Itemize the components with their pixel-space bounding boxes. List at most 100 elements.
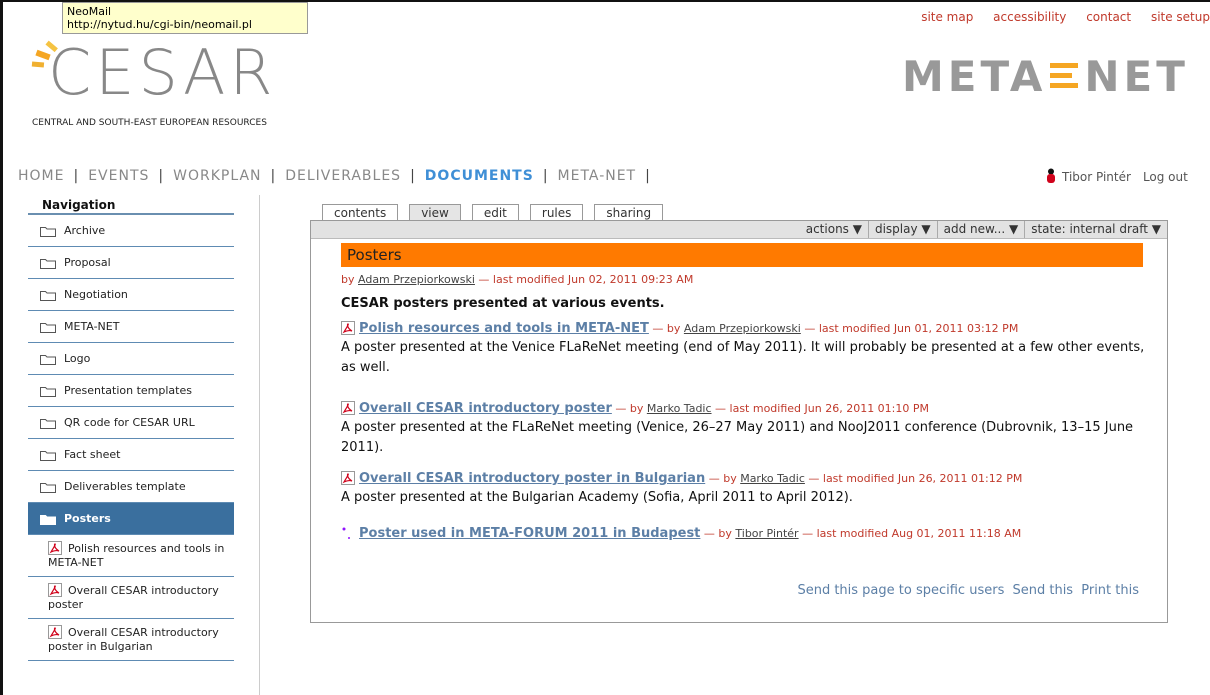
sidebar-folder-label: Deliverables template	[64, 480, 186, 493]
sidebar-folder-label: Fact sheet	[64, 448, 121, 461]
folder-icon	[40, 289, 56, 301]
sidebar-poster-item[interactable]: Polish resources and tools in META-NET	[28, 535, 234, 577]
byline-prefix: by	[341, 273, 358, 286]
sidebar-poster-label: Overall CESAR introductory poster in Bul…	[48, 626, 219, 653]
cesar-logo[interactable]: CESAR CENTRAL AND SOUTH-EAST EUROPEAN RE…	[30, 38, 320, 133]
user-area: Tibor Pintér Log out	[1046, 168, 1188, 184]
site-map-link[interactable]: site map	[921, 10, 973, 24]
sidebar-folder-item[interactable]: Deliverables template	[28, 471, 234, 503]
navigation-header: Navigation	[28, 195, 234, 215]
logout-link[interactable]: Log out	[1143, 170, 1188, 184]
send-this-link[interactable]: Send this	[1012, 583, 1073, 598]
pdf-icon	[341, 401, 355, 415]
pdf-icon	[341, 321, 355, 335]
entry-author-link[interactable]: Tibor Pintér	[735, 527, 798, 540]
meta-net-logo-right: NET	[1084, 52, 1189, 101]
page-title: Posters	[341, 243, 1143, 267]
folder-icon	[40, 481, 56, 493]
user-name-link[interactable]: Tibor Pintér	[1062, 170, 1131, 184]
sidebar-folder-item[interactable]: Negotiation	[28, 279, 234, 311]
pdf-icon	[48, 625, 62, 639]
poster-list: Polish resources and tools in META-NET Ov…	[28, 535, 234, 661]
sidebar-folder-item[interactable]: Logo	[28, 343, 234, 375]
sidebar-folder-item[interactable]: Presentation templates	[28, 375, 234, 407]
sidebar-folder-label: QR code for CESAR URL	[64, 416, 195, 429]
user-icon	[1047, 168, 1055, 183]
meta-net-bars-icon	[1050, 63, 1079, 88]
sidebar-folder-label: Logo	[64, 352, 91, 365]
document-description: CESAR posters presented at various event…	[341, 296, 665, 311]
sidebar-folder-item[interactable]: QR code for CESAR URL	[28, 407, 234, 439]
nav-events[interactable]: EVENTS	[88, 168, 149, 184]
content-actions-bar: actions ▼ display ▼ add new... ▼ state: int…	[311, 221, 1167, 239]
entry-title-link[interactable]: Polish resources and tools in META-NET	[359, 321, 649, 336]
nav-home[interactable]: HOME	[18, 168, 64, 184]
tooltip-title: NeoMail	[67, 5, 112, 18]
entry-header: Poster used in META-FORUM 2011 in Budape…	[341, 526, 1161, 541]
sidebar-folder-item[interactable]: Fact sheet	[28, 439, 234, 471]
print-this-link[interactable]: Print this	[1081, 583, 1139, 598]
nav-deliverables[interactable]: DELIVERABLES	[285, 168, 401, 184]
meta-net-logo[interactable]: META NET	[902, 52, 1189, 102]
content-action-menu[interactable]: actions ▼	[800, 221, 868, 238]
entry-by: — by	[611, 402, 647, 415]
sidebar-folder-label: Presentation templates	[64, 384, 192, 397]
sidebar-folder-label: Negotiation	[64, 288, 128, 301]
nav-separator: |	[270, 168, 277, 184]
send-to-users-link[interactable]: Send this page to specific users	[797, 583, 1004, 598]
image-icon	[341, 526, 355, 540]
sidebar-folder-label: META-NET	[64, 320, 120, 333]
entry-description: A poster presented at the Bulgarian Acad…	[341, 490, 853, 505]
content-action-menu[interactable]: state: internal draft ▼	[1024, 221, 1167, 238]
site-setup-link[interactable]: site setup	[1151, 10, 1210, 24]
logo-subtitle: CENTRAL AND SOUTH-EAST EUROPEAN RESOURCE…	[32, 118, 267, 128]
entry-author-link[interactable]: Adam Przepiorkowski	[684, 322, 801, 335]
sidebar-folder-label: Posters	[64, 512, 111, 525]
folder-icon	[40, 353, 56, 365]
folder-icon	[40, 449, 56, 461]
sidebar-poster-label: Polish resources and tools in META-NET	[48, 542, 225, 569]
content-action-menu[interactable]: add new... ▼	[936, 221, 1025, 238]
nav-separator: |	[410, 168, 416, 184]
folder-icon	[40, 385, 56, 397]
sidebar-folder-item[interactable]: Posters	[28, 503, 234, 535]
sidebar-folder-item[interactable]: Archive	[28, 215, 234, 247]
folder-icon	[40, 417, 56, 429]
entry-author-link[interactable]: Marko Tadic	[647, 402, 712, 415]
accessibility-link[interactable]: accessibility	[993, 10, 1066, 24]
entry-modified: — last modified Jun 26, 2011 01:10 PM	[711, 402, 930, 415]
entry-modified: — last modified Jun 26, 2011 01:12 PM	[804, 472, 1023, 485]
navigation-portlet: Navigation Archive Proposal Negotiation MET…	[28, 195, 234, 661]
tooltip-url: http://nytud.hu/cgi-bin/neomail.pl	[67, 18, 252, 31]
sidebar-poster-item[interactable]: Overall CESAR introductory poster in Bul…	[28, 619, 234, 661]
nav-separator: |	[645, 168, 651, 184]
entry-title-link[interactable]: Poster used in META-FORUM 2011 in Budape…	[359, 526, 700, 541]
sidebar-poster-item[interactable]: Overall CESAR introductory poster	[28, 577, 234, 619]
nav-separator: |	[542, 168, 549, 184]
nav-meta-net[interactable]: META-NET	[558, 168, 637, 184]
sidebar-poster-label: Overall CESAR introductory poster	[48, 584, 219, 611]
entry-author-link[interactable]: Marko Tadic	[740, 472, 805, 485]
pdf-icon	[48, 583, 62, 597]
link-tooltip: NeoMail http://nytud.hu/cgi-bin/neomail.…	[62, 2, 308, 34]
content-entry: Overall CESAR introductory poster in Bul…	[341, 471, 1161, 508]
author-link[interactable]: Adam Przepiorkowski	[358, 273, 475, 286]
entry-modified: — last modified Aug 01, 2011 11:18 AM	[798, 527, 1022, 540]
entry-header: Overall CESAR introductory poster — by M…	[341, 401, 1161, 416]
nav-workplan[interactable]: WORKPLAN	[173, 168, 261, 184]
pdf-icon	[341, 471, 355, 485]
sidebar-folder-item[interactable]: META-NET	[28, 311, 234, 343]
contact-link[interactable]: contact	[1086, 10, 1131, 24]
entry-description: A poster presented at the FLaReNet meeti…	[341, 420, 1134, 455]
sidebar-folder-item[interactable]: Proposal	[28, 247, 234, 279]
entry-title-link[interactable]: Overall CESAR introductory poster	[359, 401, 612, 416]
site-actions: site map accessibility contact site setu…	[905, 10, 1210, 24]
logo-wordmark: CESAR	[48, 36, 277, 109]
content-action-menu[interactable]: display ▼	[867, 221, 937, 238]
entry-title-link[interactable]: Overall CESAR introductory poster in Bul…	[359, 471, 705, 486]
nav-documents[interactable]: DOCUMENTS	[425, 168, 534, 184]
entry-modified: — last modified Jun 01, 2011 03:12 PM	[800, 322, 1019, 335]
entry-description: A poster presented at the Venice FLaReNe…	[341, 340, 1145, 375]
pdf-icon	[48, 541, 62, 555]
entry-by: — by	[700, 527, 736, 540]
